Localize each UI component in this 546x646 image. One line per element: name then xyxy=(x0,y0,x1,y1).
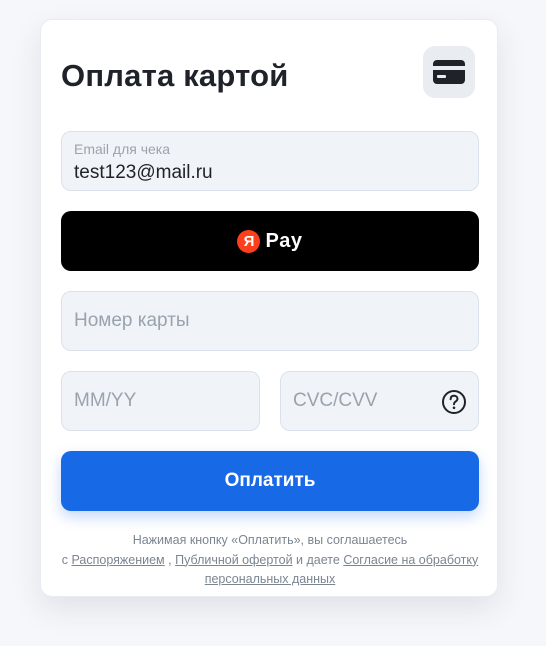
order-link[interactable]: Распоряжением xyxy=(71,553,164,567)
consent-mid: и даете xyxy=(296,552,340,567)
question-circle-icon[interactable] xyxy=(441,389,467,415)
yandex-pay-label: Pay xyxy=(265,229,303,252)
consent-text: Нажимая кнопку «Оплатить», вы соглашаете… xyxy=(61,531,479,590)
consent-line1: Нажимая кнопку «Оплатить», вы соглашаете… xyxy=(132,533,408,547)
page-title: Оплата картой xyxy=(61,58,289,93)
public-offer-link[interactable]: Публичной офертой xyxy=(175,553,292,567)
expiry-input[interactable] xyxy=(62,372,259,430)
card-number-field[interactable] xyxy=(61,291,479,351)
cvc-field[interactable] xyxy=(280,371,479,431)
email-label: Email для чека xyxy=(74,141,171,157)
consent-separator: , xyxy=(168,552,172,567)
expiry-field[interactable] xyxy=(61,371,260,431)
pay-button[interactable]: Оплатить xyxy=(61,451,479,511)
consent-prefix: с xyxy=(61,552,68,567)
email-value[interactable]: test123@mail.ru xyxy=(74,162,213,184)
payment-card: Оплата картой Email для чека test123@mai… xyxy=(40,19,498,597)
card-number-input[interactable] xyxy=(62,292,478,350)
email-field[interactable]: Email для чека test123@mail.ru xyxy=(61,131,479,191)
yandex-pay-button[interactable]: Я Pay xyxy=(61,211,479,271)
credit-card-icon xyxy=(433,60,465,84)
yandex-logo-icon: Я xyxy=(237,229,261,253)
card-icon-container xyxy=(423,46,475,98)
